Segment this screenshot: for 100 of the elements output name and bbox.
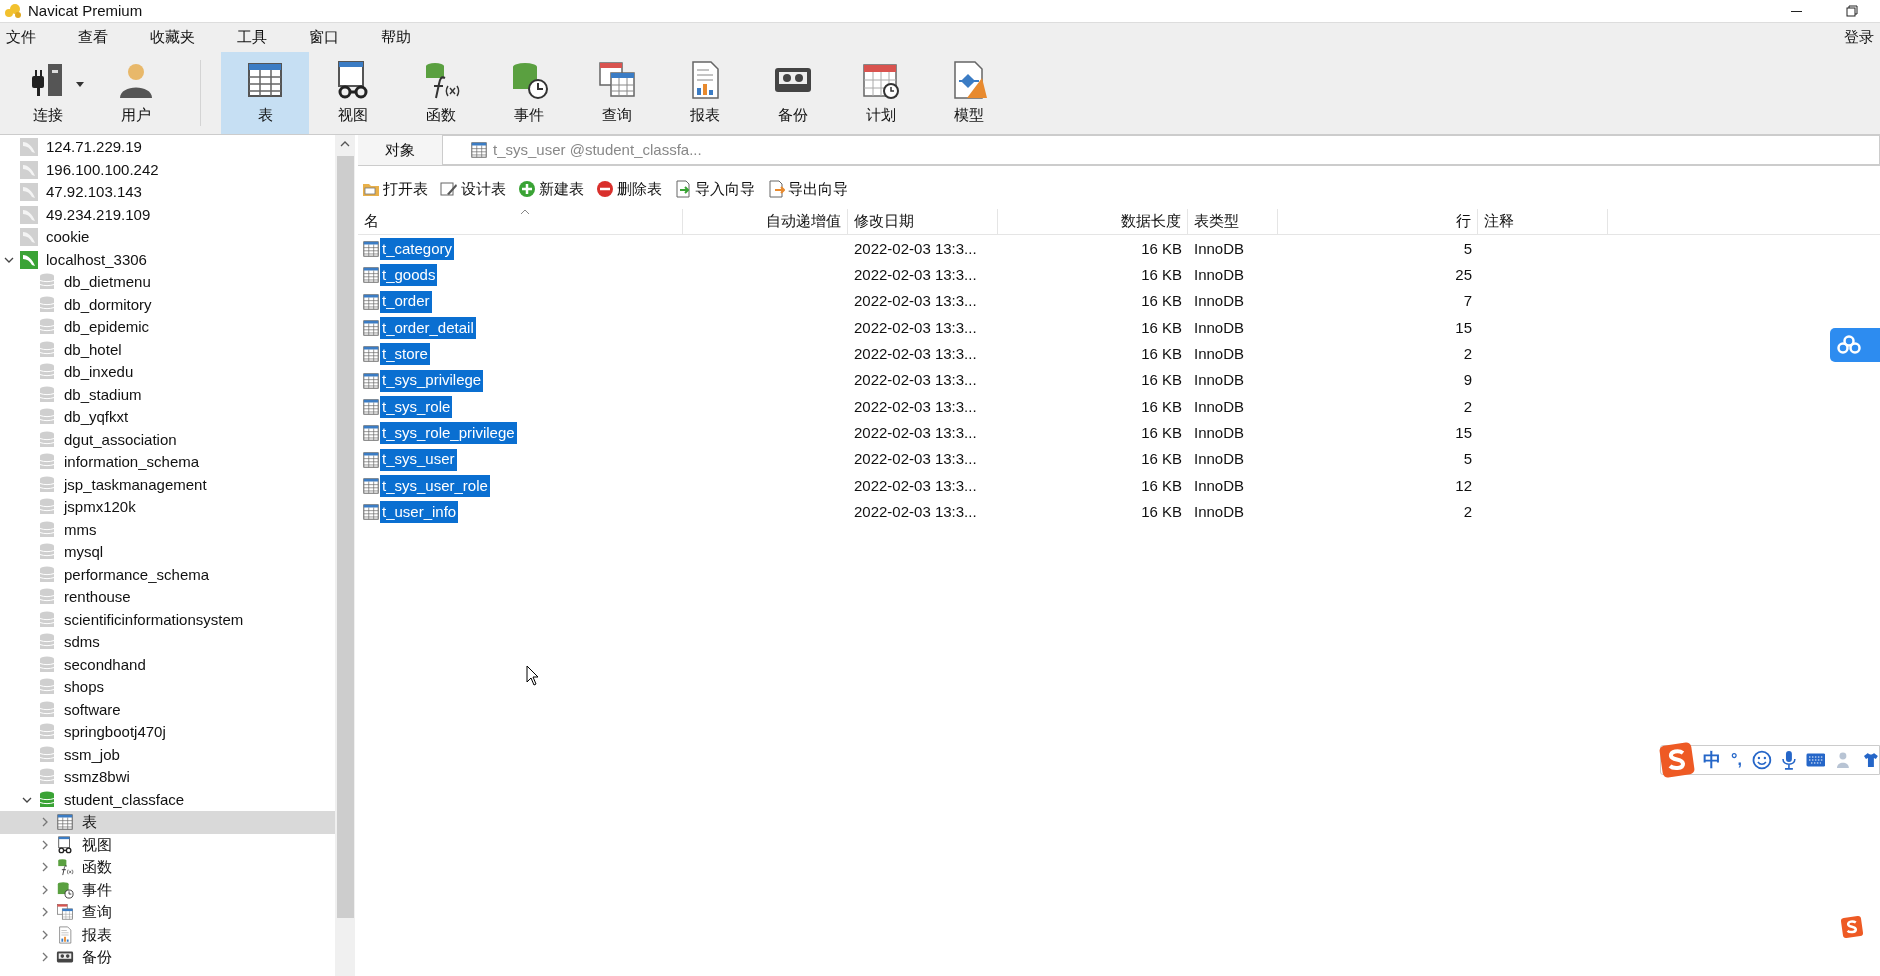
tree-item[interactable]: mysql xyxy=(0,541,335,564)
tree-item[interactable]: jspmx120k xyxy=(0,496,335,519)
table-name[interactable]: t_sys_user_role xyxy=(380,474,490,497)
tree-item[interactable]: 报表 xyxy=(0,923,335,946)
toolbar-button[interactable]: 打开表 xyxy=(362,177,428,201)
table-name[interactable]: t_order_detail xyxy=(380,317,476,340)
toolbar-button[interactable]: 设计表 xyxy=(440,177,506,201)
cloud-widget[interactable] xyxy=(1830,328,1880,362)
tree-item[interactable]: db_epidemic xyxy=(0,316,335,339)
tab[interactable]: t_sys_user @student_classfa... xyxy=(442,135,1880,165)
table-name[interactable]: t_sys_role xyxy=(380,395,453,418)
table-name[interactable]: t_sys_user xyxy=(380,448,457,471)
menu-item[interactable]: 收藏夹 xyxy=(146,26,199,49)
column-header[interactable]: 行 xyxy=(1278,209,1478,234)
toolbar-button[interactable]: 导入向导 xyxy=(674,177,755,201)
tree-item[interactable]: software xyxy=(0,698,335,721)
toolbar-button[interactable]: 删除表 xyxy=(596,177,662,201)
toolbar-button[interactable]: 模型 xyxy=(925,52,1013,134)
window-title: Navicat Premium xyxy=(28,0,143,21)
toolbar-button[interactable]: 备份 xyxy=(749,52,837,134)
table-name[interactable]: t_store xyxy=(380,343,430,366)
chevron-right-icon[interactable] xyxy=(40,952,50,963)
login-button[interactable]: 登录 xyxy=(1844,26,1874,49)
tree-item[interactable]: renthouse xyxy=(0,586,335,609)
tree-item[interactable]: mms xyxy=(0,518,335,541)
microphone-icon[interactable] xyxy=(1781,750,1796,770)
tree-item[interactable]: 196.100.100.242 xyxy=(0,158,335,181)
tree-item[interactable]: 49.234.219.109 xyxy=(0,203,335,226)
column-header[interactable]: 表类型 xyxy=(1188,209,1278,234)
column-header[interactable]: 自动递增值 xyxy=(683,209,848,234)
tree-item[interactable]: 表 xyxy=(0,811,335,834)
tree-item[interactable]: 函数 xyxy=(0,856,335,879)
sogou-logo-icon[interactable] xyxy=(1658,741,1696,779)
table-name[interactable]: t_order xyxy=(380,290,432,313)
menu-item[interactable]: 工具 xyxy=(233,26,271,49)
menu-item[interactable]: 文件 xyxy=(2,26,40,49)
scrollbar-thumb[interactable] xyxy=(336,156,354,918)
tree-item[interactable]: 事件 xyxy=(0,878,335,901)
column-header[interactable]: 数据长度 xyxy=(998,209,1188,234)
tree-item[interactable]: springbootj470j xyxy=(0,721,335,744)
tree-item[interactable]: 视图 xyxy=(0,833,335,856)
chevron-right-icon[interactable] xyxy=(40,907,50,918)
toolbar-button[interactable]: 用户 xyxy=(92,52,180,134)
tree-item[interactable]: secondhand xyxy=(0,653,335,676)
chevron-right-icon[interactable] xyxy=(40,839,50,850)
tree-item[interactable]: db_stadium xyxy=(0,383,335,406)
chevron-right-icon[interactable] xyxy=(40,862,50,873)
table-name[interactable]: t_category xyxy=(380,238,455,261)
column-header[interactable]: 名 xyxy=(358,209,683,234)
column-header[interactable]: 修改日期 xyxy=(848,209,998,234)
tree-item[interactable]: scientificinformationsystem xyxy=(0,608,335,631)
tree-item[interactable]: 47.92.103.143 xyxy=(0,181,335,204)
chevron-right-icon[interactable] xyxy=(40,817,50,828)
column-header[interactable]: 注释 xyxy=(1478,209,1608,234)
toolbar-button[interactable]: 新建表 xyxy=(518,177,584,201)
table-name[interactable]: t_sys_privilege xyxy=(380,369,484,392)
toolbar-button[interactable]: 事件 xyxy=(485,52,573,134)
shirt-icon[interactable] xyxy=(1863,752,1879,768)
toolbar-button[interactable]: 导出向导 xyxy=(767,177,848,201)
smiley-icon[interactable] xyxy=(1751,750,1772,770)
table-name[interactable]: t_user_info xyxy=(380,501,459,524)
toolbar-button[interactable]: 查询 xyxy=(573,52,661,134)
tree-item[interactable]: 备份 xyxy=(0,946,335,969)
tree-item[interactable]: localhost_3306 xyxy=(0,248,335,271)
ime-mode-toggle[interactable]: 中 xyxy=(1703,746,1721,774)
tree-item[interactable]: ssm_job xyxy=(0,743,335,766)
tree-item[interactable]: db_inxedu xyxy=(0,361,335,384)
tree-item[interactable]: performance_schema xyxy=(0,563,335,586)
tree-item[interactable]: db_hotel xyxy=(0,338,335,361)
tree-item[interactable]: sdms xyxy=(0,631,335,654)
chevron-right-icon[interactable] xyxy=(40,884,50,895)
tree-item[interactable]: db_dormitory xyxy=(0,293,335,316)
tree-item[interactable]: information_schema xyxy=(0,451,335,474)
tree-item[interactable]: ssmz8bwi xyxy=(0,766,335,789)
menu-item[interactable]: 查看 xyxy=(74,26,112,49)
toolbar-button[interactable]: 表 xyxy=(221,52,309,134)
toolbar-button[interactable]: 连接 xyxy=(4,52,92,134)
toolbar-button[interactable]: 视图 xyxy=(309,52,397,134)
tree-item[interactable]: cookie xyxy=(0,226,335,249)
sogou-logo-icon[interactable] xyxy=(1840,915,1864,939)
table-name[interactable]: t_sys_role_privilege xyxy=(380,422,517,445)
menu-item[interactable]: 窗口 xyxy=(305,26,343,49)
punctuation-toggle[interactable]: °, xyxy=(1731,748,1742,772)
chevron-right-icon[interactable] xyxy=(40,929,50,940)
toolbar-button[interactable]: 函数 xyxy=(397,52,485,134)
tree-item[interactable]: jsp_taskmanagement xyxy=(0,473,335,496)
tree-item[interactable]: dgut_association xyxy=(0,428,335,451)
tree-item[interactable]: student_classface xyxy=(0,788,335,811)
tree-item[interactable]: 查询 xyxy=(0,901,335,924)
menu-item[interactable]: 帮助 xyxy=(377,26,415,49)
table-name[interactable]: t_goods xyxy=(380,264,438,287)
toolbar-button[interactable]: 报表 xyxy=(661,52,749,134)
tree-item[interactable]: db_dietmenu xyxy=(0,271,335,294)
dropdown-caret-icon[interactable] xyxy=(76,82,84,87)
toolbar-button[interactable]: 计划 xyxy=(837,52,925,134)
tree-item[interactable]: db_yqfkxt xyxy=(0,406,335,429)
tree-item[interactable]: shops xyxy=(0,676,335,699)
keyboard-icon[interactable] xyxy=(1805,753,1826,767)
scroll-up-icon[interactable] xyxy=(340,140,350,148)
tree-item[interactable]: 124.71.229.19 xyxy=(0,136,335,159)
